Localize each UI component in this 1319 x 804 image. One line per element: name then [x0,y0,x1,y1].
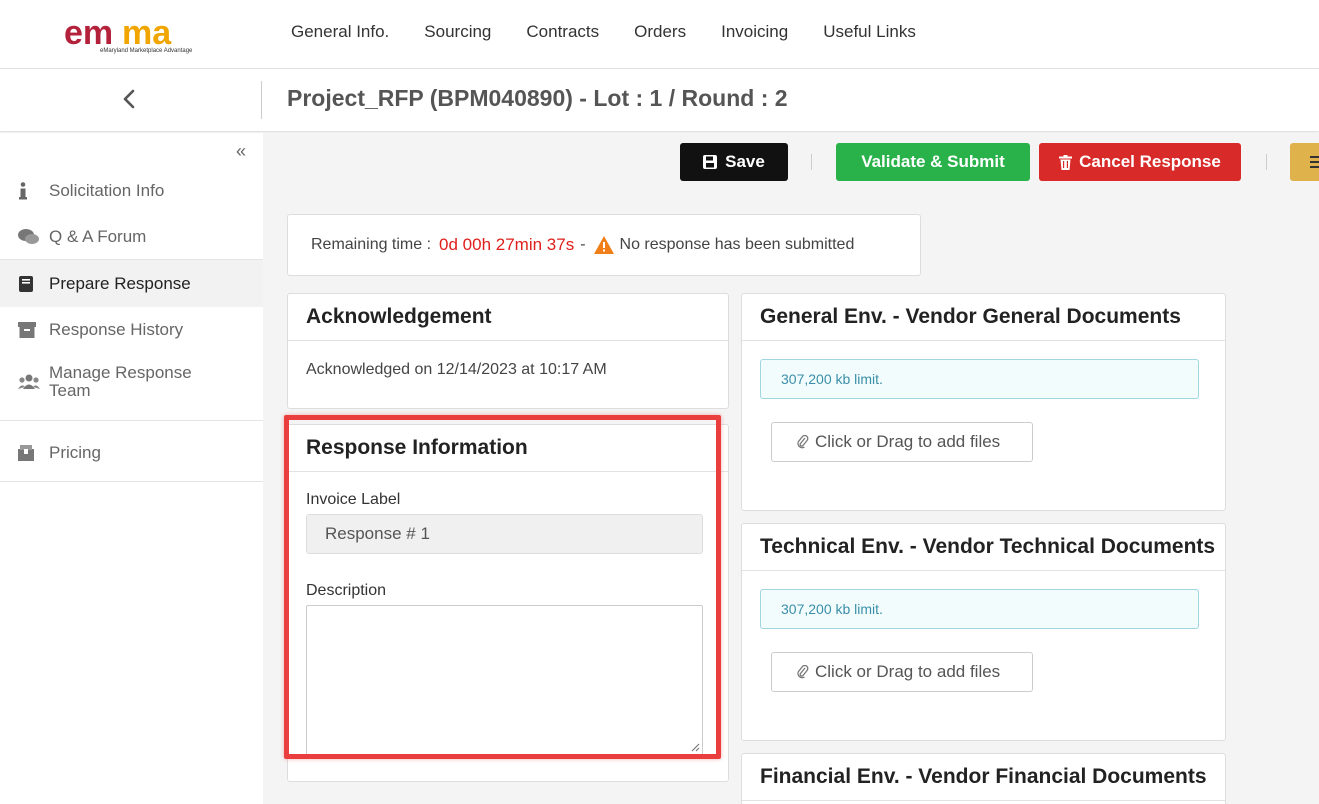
collapse-sidebar-icon[interactable]: « [236,141,246,162]
save-button-label: Save [725,152,765,171]
acknowledgement-text: Acknowledged on 12/14/2023 at 10:17 AM [306,361,607,378]
save-button[interactable]: Save [680,143,788,181]
trash-icon [1059,154,1073,170]
description-textarea[interactable] [306,605,703,755]
status-separator: - [580,236,586,253]
archive-icon [0,322,49,338]
financial-envelope-title: Financial Env. - Vendor Financial Docume… [742,754,1225,801]
emma-logo[interactable]: em ma eMaryland Marketplace Advantage [62,14,202,56]
back-chevron-icon[interactable] [118,87,142,111]
nav-sourcing[interactable]: Sourcing [424,22,491,42]
nav-invoicing[interactable]: Invoicing [721,22,788,42]
box-icon [0,445,49,461]
add-files-label: Click or Drag to add files [815,662,1001,681]
sidebar-item-label: Manage Response Team [49,363,192,400]
acknowledgement-title: Acknowledgement [288,294,728,341]
comments-icon [0,228,49,246]
resize-grip-icon[interactable] [690,742,700,752]
sidebar-item-solicitation-info[interactable]: Solicitation Info [0,177,263,205]
cancel-response-label: Cancel Response [1079,152,1221,171]
paperclip-icon [797,665,809,679]
remaining-time-box: Remaining time : 0d 00h 27min 37s - No r… [287,214,921,276]
svg-text:ma: ma [122,14,172,52]
sidebar-divider [0,420,263,421]
validate-submit-label: Validate & Submit [861,152,1005,171]
sidebar-item-label: Solicitation Info [49,181,165,200]
add-files-label: Click or Drag to add files [815,432,1001,451]
nav-orders[interactable]: Orders [634,22,686,42]
book-icon [0,275,49,293]
add-files-button[interactable]: Click or Drag to add files [771,422,1033,462]
general-envelope-title: General Env. - Vendor General Documents [742,294,1225,341]
menu-bars-icon [1310,156,1319,168]
sidebar-item-label: Prepare Response [49,273,191,293]
technical-envelope-title: Technical Env. - Vendor Technical Docume… [742,524,1225,571]
add-files-button[interactable]: Click or Drag to add files [771,652,1033,692]
info-icon [0,182,49,200]
countdown-timer: 0d 00h 27min 37s [439,235,575,254]
page-title: Project_RFP (BPM040890) - Lot : 1 / Roun… [287,85,788,111]
invoice-label-label: Invoice Label [306,491,401,508]
technical-envelope-card: Technical Env. - Vendor Technical Docume… [741,523,1226,741]
sidebar: « Solicitation Info Q & A Forum Prepare … [0,133,263,804]
response-information-title: Response Information [288,425,728,472]
main-content: Save Validate & Submit Cancel Response R… [263,133,1319,804]
more-menu-button[interactable] [1290,143,1319,181]
nav-useful-links[interactable]: Useful Links [823,22,916,42]
top-navbar: em ma eMaryland Marketplace Advantage Ge… [0,0,1319,69]
sidebar-item-pricing[interactable]: Pricing [0,439,263,467]
file-size-limit-notice: 307,200 kb limit. [760,589,1199,629]
sidebar-item-label: Q & A Forum [49,227,147,246]
floppy-disk-icon [703,155,718,169]
sidebar-item-qa-forum[interactable]: Q & A Forum [0,223,263,251]
validate-submit-button[interactable]: Validate & Submit [836,143,1030,181]
general-envelope-card: General Env. - Vendor General Documents … [741,293,1226,511]
sidebar-item-response-history[interactable]: Response History [0,316,263,344]
title-bar: Project_RFP (BPM040890) - Lot : 1 / Roun… [0,69,1319,132]
submission-status-message: No response has been submitted [619,236,855,253]
cancel-response-button[interactable]: Cancel Response [1039,143,1241,181]
svg-text:eMaryland Marketplace Advantag: eMaryland Marketplace Advantage [100,48,193,54]
response-information-card: Response Information Invoice Label Respo… [287,424,729,782]
financial-envelope-card: Financial Env. - Vendor Financial Docume… [741,753,1226,804]
acknowledgement-card: Acknowledgement Acknowledged on 12/14/20… [287,293,729,409]
toolbar-separator [811,154,812,170]
users-icon [0,374,49,390]
sidebar-item-label: Response History [49,320,184,339]
warning-icon [593,236,614,254]
sidebar-item-manage-response-team[interactable]: Manage Response Team [0,361,263,403]
svg-text:em: em [64,14,113,52]
sidebar-item-prepare-response[interactable]: Prepare Response [0,260,263,307]
remaining-time-label: Remaining time : [311,236,432,253]
sidebar-item-label: Pricing [49,443,101,462]
main-nav: General Info. Sourcing Contracts Orders … [291,22,951,42]
file-size-limit-notice: 307,200 kb limit. [760,359,1199,399]
description-label: Description [306,582,387,599]
invoice-label-input[interactable]: Response # 1 [306,514,703,554]
sidebar-divider [0,481,263,482]
toolbar-separator [1266,154,1267,170]
title-divider [261,81,262,119]
nav-general-info[interactable]: General Info. [291,22,389,42]
paperclip-icon [797,435,809,449]
nav-contracts[interactable]: Contracts [526,22,599,42]
